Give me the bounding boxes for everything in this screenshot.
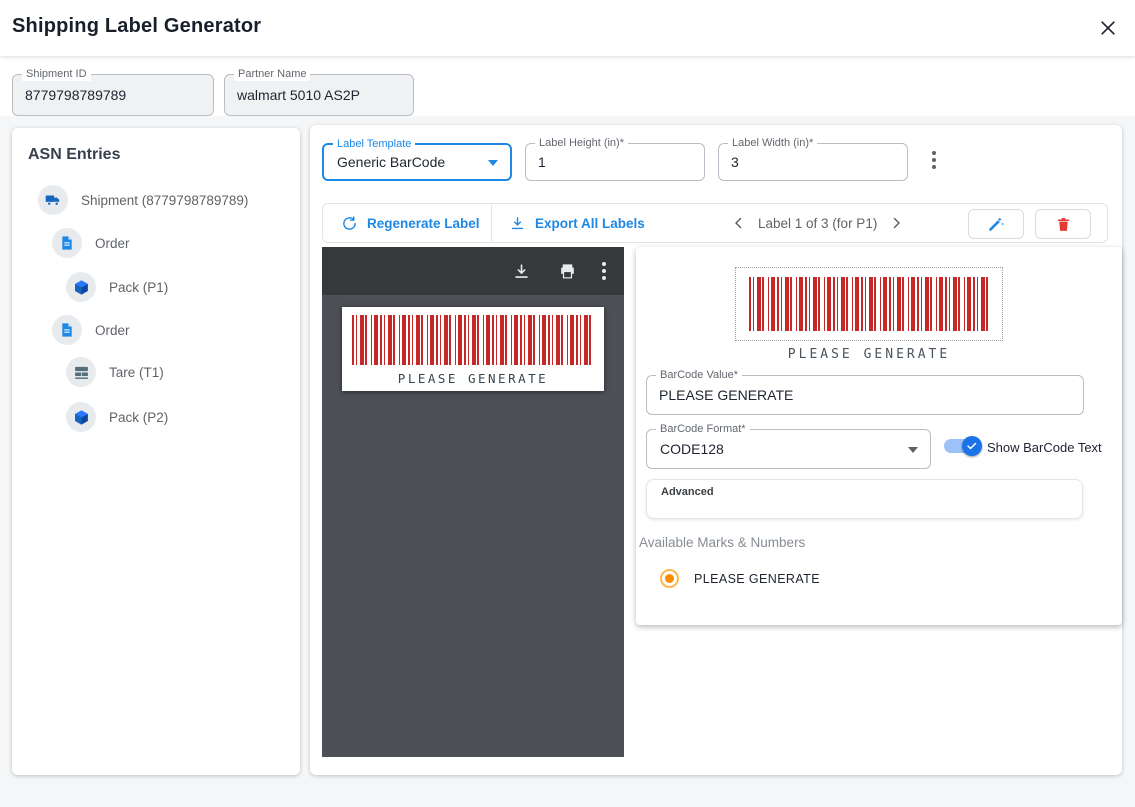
regenerate-label-button[interactable]: Regenerate Label (341, 204, 480, 242)
pager-text: Label 1 of 3 (for P1) (758, 216, 877, 231)
tree-item-label: Pack (P1) (109, 280, 168, 295)
pdf-preview-panel: PLEASE GENERATE (322, 247, 624, 757)
chevron-left-icon[interactable] (728, 212, 750, 234)
mark-radio-row[interactable]: PLEASE GENERATE (660, 569, 820, 588)
tree-item-label: Tare (T1) (109, 365, 164, 380)
pdf-more-icon[interactable] (602, 262, 606, 280)
barcode-value-label: BarCode Value* (656, 369, 742, 382)
label-template-value: Generic BarCode (337, 154, 445, 170)
chevron-down-icon (488, 160, 498, 166)
toolbar-divider (491, 204, 492, 242)
shipment-id-label: Shipment ID (22, 68, 91, 81)
advanced-label: Advanced (661, 486, 714, 498)
pdf-download-icon[interactable] (510, 260, 532, 282)
tree-item-label: Order (95, 236, 130, 251)
mark-label: PLEASE GENERATE (694, 572, 820, 586)
regenerate-label-text: Regenerate Label (367, 216, 480, 231)
advanced-expansion-panel[interactable]: Advanced (646, 479, 1083, 519)
barcode-caption: PLEASE GENERATE (342, 371, 604, 386)
tree-item-pack-p1[interactable]: Pack (P1) (66, 272, 168, 302)
export-all-labels-button[interactable]: Export All Labels (509, 204, 645, 242)
chevron-right-icon[interactable] (885, 212, 907, 234)
cube-icon (66, 272, 96, 302)
label-editor-panel: Label Template Generic BarCode Label Hei… (310, 125, 1122, 775)
chevron-down-icon (908, 447, 918, 453)
shipment-id-field: Shipment ID (12, 74, 214, 116)
barcode-format-select[interactable]: BarCode Format* CODE128 (646, 429, 931, 469)
label-template-select[interactable]: Label Template Generic BarCode (322, 143, 512, 181)
asn-entries-panel: ASN Entries Shipment (8779798789789) Ord… (12, 128, 300, 775)
check-icon (966, 440, 978, 452)
tree-item-label: Shipment (8779798789789) (81, 193, 248, 208)
more-options-button[interactable] (924, 147, 944, 173)
partner-name-field: Partner Name (224, 74, 414, 116)
cube-icon (66, 402, 96, 432)
close-button[interactable] (1095, 15, 1121, 41)
pdf-print-icon[interactable] (556, 260, 578, 282)
magic-wand-icon (987, 215, 1005, 233)
trash-icon (1055, 216, 1072, 233)
radio-selected-icon (660, 569, 679, 588)
show-barcode-text-label: Show BarCode Text (987, 440, 1102, 455)
label-toolbar: Regenerate Label Export All Labels Label… (322, 203, 1108, 243)
tree-item-label: Pack (P2) (109, 410, 168, 425)
dialog-header: Shipping Label Generator (0, 0, 1135, 56)
available-marks-title: Available Marks & Numbers (639, 535, 805, 550)
barcode-value-field: BarCode Value* (646, 375, 1084, 415)
barcode-image (749, 277, 989, 331)
partner-name-label: Partner Name (234, 68, 310, 81)
pallet-icon (66, 357, 96, 387)
asn-entries-title: ASN Entries (28, 146, 120, 164)
export-all-labels-text: Export All Labels (535, 216, 645, 231)
label-height-field: Label Height (in)* (525, 143, 705, 181)
barcode-format-value: CODE128 (660, 441, 724, 457)
magic-wand-button[interactable] (968, 209, 1024, 239)
barcode-format-label: BarCode Format* (656, 423, 750, 436)
label-pager: Label 1 of 3 (for P1) (728, 204, 907, 242)
shipment-id-input[interactable] (25, 75, 201, 115)
download-icon (509, 215, 526, 232)
delete-label-button[interactable] (1035, 209, 1091, 239)
refresh-icon (341, 215, 358, 232)
tree-item-pack-p2[interactable]: Pack (P2) (66, 402, 168, 432)
pdf-toolbar (322, 247, 624, 295)
tree-item-label: Order (95, 323, 130, 338)
tree-item-order-2[interactable]: Order (52, 315, 130, 345)
barcode-preview-box (735, 267, 1003, 341)
label-preview-page: PLEASE GENERATE (342, 307, 604, 391)
label-height-label: Label Height (in)* (535, 137, 628, 150)
barcode-caption: PLEASE GENERATE (735, 347, 1003, 362)
show-barcode-text-toggle[interactable] (942, 435, 982, 457)
label-width-label: Label Width (in)* (728, 137, 817, 150)
tree-item-order-1[interactable]: Order (52, 228, 130, 258)
document-icon (52, 315, 82, 345)
page-title: Shipping Label Generator (12, 15, 261, 38)
partner-name-input[interactable] (237, 75, 401, 115)
barcode-image (352, 315, 594, 365)
document-icon (52, 228, 82, 258)
tree-item-tare-t1[interactable]: Tare (T1) (66, 357, 164, 387)
label-width-field: Label Width (in)* (718, 143, 908, 181)
barcode-form-panel: PLEASE GENERATE BarCode Value* BarCode F… (636, 247, 1122, 625)
label-template-label: Label Template (333, 138, 415, 151)
tree-item-shipment[interactable]: Shipment (8779798789789) (38, 185, 248, 215)
truck-icon (38, 185, 68, 215)
close-icon (1098, 18, 1118, 38)
